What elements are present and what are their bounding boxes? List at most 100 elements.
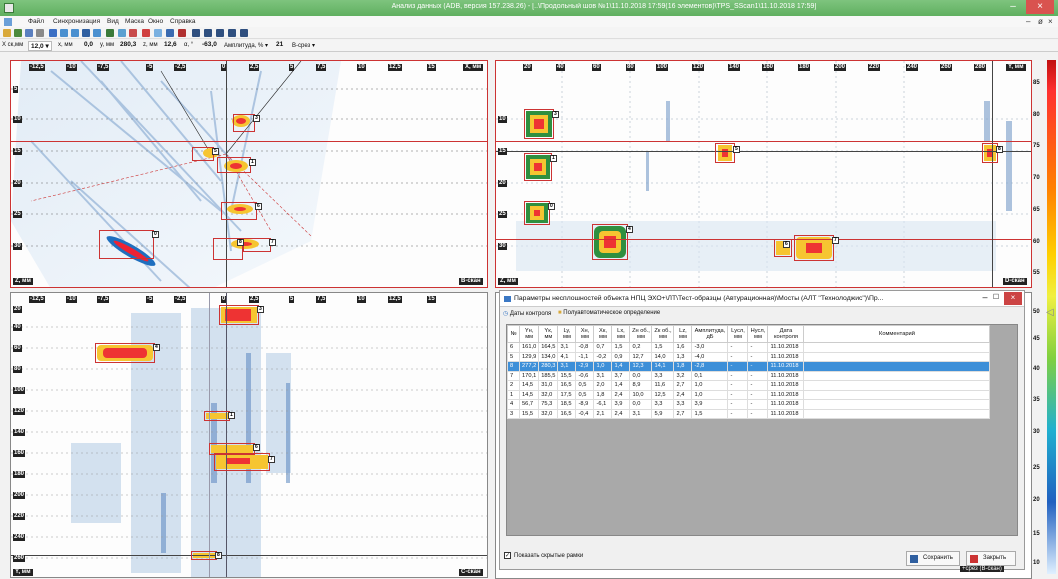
grid-icon[interactable] (228, 29, 236, 37)
cursor-cross-icon[interactable] (142, 29, 150, 37)
cursor-line-h[interactable] (11, 555, 487, 556)
column-header[interactable]: Yк, мм (538, 325, 559, 343)
d-scan-view[interactable]: 3 1 5 0 4 6 7 8 20 40 60 80 100 120 140 … (495, 60, 1032, 288)
defect-frame[interactable] (219, 305, 259, 325)
column-header[interactable]: Амплитуда, дБ (691, 325, 729, 343)
layout1-icon[interactable] (192, 29, 200, 37)
defect-frame[interactable] (191, 551, 217, 560)
defects-table[interactable]: № Yн, мм Yк, мм Ly, мм Xн, мм Xк, мм Lx,… (506, 324, 1018, 536)
menu-window[interactable]: Окно (148, 18, 163, 25)
dialog-close-button[interactable]: × (1004, 292, 1022, 305)
list-icon[interactable] (106, 29, 114, 37)
amplitude-dropdown[interactable]: Амплитуда, % ▾ (224, 42, 268, 49)
close-button[interactable]: × (1026, 0, 1054, 14)
close-dialog-button[interactable]: Закрыть (966, 551, 1016, 566)
data-icon[interactable] (14, 29, 22, 37)
show-hidden-checkbox[interactable]: ✓ (504, 552, 511, 559)
mdi-close-button[interactable]: × (1048, 17, 1053, 26)
b-scan-view[interactable]: 3 5 1 6 0 8 7 -12,5 -10 -7,5 -5 -2,5 0 2… (10, 60, 488, 288)
mdi-minimize-button[interactable]: – (1026, 17, 1030, 26)
table-row[interactable]: 7 170,1 185,5 15,5 -0,6 3,1 3,7 0,0 3,3 3,2 0,1- -1… (507, 370, 991, 381)
table-row[interactable]: 3 15,5 32,0 16,5 -0,4 2,1 2,4 3,1 5,9 2,7 1,5- -11.… (507, 408, 991, 419)
defect-frame[interactable] (221, 202, 257, 220)
layout3-icon[interactable] (216, 29, 224, 37)
table-row[interactable]: 2 14,5 31,0 16,5 0,5 2,0 1,4 8,9 11,6 2,7 1,0- -11.… (507, 380, 991, 391)
table-row[interactable]: 8 277,2 280,3 3,1 -2,9 1,0 1,4 12,3 14,1 1,8 -2,8-… (507, 361, 991, 372)
menu-file[interactable]: Файл (28, 18, 44, 25)
menu-mask[interactable]: Маска (125, 18, 144, 25)
column-header[interactable]: Lусл, мм (727, 325, 749, 343)
tab-semiauto[interactable]: ■ Полуавтоматическое определение (558, 310, 660, 316)
table-row[interactable]: 4 56,7 75,3 18,5 -8,9 -6,1 3,9 0,0 3,3 3,3 3,9- -11… (507, 399, 991, 410)
table-row[interactable]: 5 129,9 134,0 4,1 -1,1 -0,2 0,9 12,7 14,0 1,3 -4,0… (507, 351, 991, 362)
defect-frame[interactable] (243, 238, 271, 252)
menu-help[interactable]: Справка (170, 18, 196, 25)
bscan-dropdown[interactable]: В-срез ▾ (292, 42, 315, 49)
c-scan-view[interactable]: 3 4 1 6 7 8 -12,5 -10 -7,5 -5 -2,5 0 2,5… (10, 292, 488, 578)
open-icon[interactable] (3, 29, 11, 37)
dialog-maximize-button[interactable]: ☐ (990, 292, 1002, 305)
column-header[interactable]: Комментарий (803, 325, 991, 343)
defect-frame[interactable] (794, 235, 834, 261)
mdi-restore-button[interactable]: ø (1038, 17, 1043, 26)
defect-frame[interactable] (99, 230, 154, 259)
column-header[interactable]: Lx, мм (611, 325, 631, 343)
column-header[interactable]: Ly, мм (557, 325, 577, 343)
y-tick: 10 (498, 116, 507, 123)
column-header[interactable]: Дата контроля (767, 325, 805, 343)
defect-frame[interactable] (204, 411, 230, 421)
column-header[interactable]: Yн, мм (518, 325, 540, 343)
cursor-line-h[interactable] (496, 141, 1031, 142)
column-header[interactable]: Lz, мм (673, 325, 693, 343)
table-cell: - (747, 408, 769, 419)
save-icon[interactable] (82, 29, 90, 37)
column-header[interactable]: № (507, 325, 520, 343)
table-cell: 14,0 (651, 351, 675, 362)
zoom-fit-icon[interactable] (93, 29, 101, 37)
defect-frame[interactable] (715, 143, 735, 163)
column-header[interactable]: Xн, мм (575, 325, 595, 343)
menu-sync[interactable]: Синхронизация (53, 18, 100, 25)
table-row[interactable]: 6 161,0 164,5 3,1 -0,8 0,7 1,5 0,2 1,5 1,6 -3,0- -1… (507, 342, 991, 353)
crosshair-icon[interactable] (178, 29, 186, 37)
defect-frame[interactable] (192, 147, 214, 161)
cursor-line-h[interactable] (11, 141, 487, 142)
defect-frame[interactable] (233, 114, 255, 132)
defect-frame[interactable] (217, 157, 251, 173)
marker-icon[interactable] (129, 29, 137, 37)
filter-icon[interactable] (25, 29, 33, 37)
defect-frame[interactable] (95, 343, 155, 363)
gain-icon[interactable] (49, 29, 57, 37)
column-header[interactable]: Нусл, мм (747, 325, 769, 343)
cursor-line-h[interactable] (496, 151, 1031, 152)
zoom-icon[interactable] (60, 29, 68, 37)
defect-frame[interactable] (214, 453, 270, 471)
cursor-line-v[interactable] (209, 293, 210, 577)
defect-frame[interactable] (524, 109, 554, 139)
param-value[interactable]: 12,0 ▾ (28, 41, 52, 51)
tab-dates[interactable]: ◷ Даты контроля (503, 310, 551, 317)
lines-icon[interactable] (154, 29, 162, 37)
cursor-line-v[interactable] (226, 293, 227, 577)
zoom-out-icon[interactable] (71, 29, 79, 37)
column-header[interactable]: Xк, мм (593, 325, 613, 343)
settings-icon[interactable] (240, 29, 248, 37)
threshold-marker-icon[interactable]: ◁ (1046, 307, 1054, 318)
measure-icon[interactable] (118, 29, 126, 37)
cursor-line-v[interactable] (992, 61, 993, 287)
defect-frame[interactable] (592, 224, 628, 260)
defect-frame[interactable] (524, 153, 552, 181)
table-cell: 3 (507, 408, 520, 419)
column-header[interactable]: Zк об., мм (651, 325, 675, 343)
tab-dates-label: Даты контроля (509, 311, 552, 317)
layout2-icon[interactable] (204, 29, 212, 37)
pencil-icon[interactable] (36, 29, 44, 37)
menu-view[interactable]: Вид (107, 18, 119, 25)
minimize-button[interactable]: – (1004, 0, 1022, 14)
defect-frame[interactable] (524, 201, 550, 225)
save-button[interactable]: Сохранить (906, 551, 960, 566)
bars-icon[interactable] (166, 29, 174, 37)
cursor-line-h[interactable] (496, 239, 1031, 240)
table-row[interactable]: 1 14,5 32,0 17,5 0,5 1,8 2,4 10,0 12,5 2,4 1,0- -11… (507, 389, 991, 400)
column-header[interactable]: Zн об., мм (629, 325, 653, 343)
